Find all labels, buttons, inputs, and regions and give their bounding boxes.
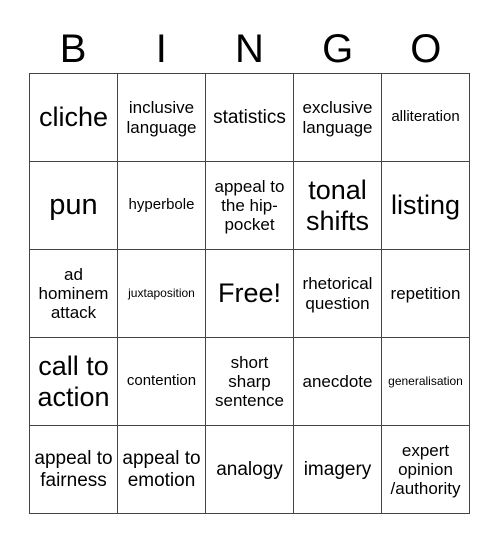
bingo-grid: cliche inclusive language statistics exc… bbox=[29, 73, 470, 514]
bingo-cell[interactable]: statistics bbox=[206, 74, 294, 162]
bingo-cell[interactable]: cliche bbox=[30, 74, 118, 162]
bingo-cell[interactable]: listing bbox=[382, 162, 470, 250]
bingo-cell[interactable]: ad hominem attack bbox=[30, 250, 118, 338]
bingo-cell[interactable]: repetition bbox=[382, 250, 470, 338]
bingo-cell[interactable]: appeal to the hip-pocket bbox=[206, 162, 294, 250]
bingo-cell[interactable]: imagery bbox=[294, 426, 382, 514]
free-space-cell[interactable]: Free! bbox=[206, 250, 294, 338]
bingo-cell[interactable]: juxtaposition bbox=[118, 250, 206, 338]
bingo-cell[interactable]: inclusive language bbox=[118, 74, 206, 162]
bingo-cell[interactable]: alliteration bbox=[382, 74, 470, 162]
header-letter-o: O bbox=[410, 27, 442, 71]
header-letter-g: G bbox=[322, 27, 354, 71]
bingo-cell[interactable]: appeal to emotion bbox=[118, 426, 206, 514]
bingo-cell[interactable]: call to action bbox=[30, 338, 118, 426]
bingo-cell[interactable]: exclusive language bbox=[294, 74, 382, 162]
bingo-cell[interactable]: hyperbole bbox=[118, 162, 206, 250]
bingo-cell[interactable]: short sharp sentence bbox=[206, 338, 294, 426]
bingo-cell[interactable]: expert opinion /authority bbox=[382, 426, 470, 514]
header-letter-b: B bbox=[59, 27, 87, 71]
bingo-cell[interactable]: pun bbox=[30, 162, 118, 250]
bingo-cell[interactable]: analogy bbox=[206, 426, 294, 514]
bingo-cell[interactable]: rhetorical question bbox=[294, 250, 382, 338]
bingo-cell[interactable]: appeal to fairness bbox=[30, 426, 118, 514]
header-letter-n: N bbox=[235, 27, 264, 71]
bingo-header: B I N G O bbox=[29, 24, 470, 74]
bingo-cell[interactable]: anecdote bbox=[294, 338, 382, 426]
bingo-cell[interactable]: generalisation bbox=[382, 338, 470, 426]
bingo-cell[interactable]: contention bbox=[118, 338, 206, 426]
bingo-cell[interactable]: tonal shifts bbox=[294, 162, 382, 250]
header-letter-i: I bbox=[155, 27, 167, 71]
